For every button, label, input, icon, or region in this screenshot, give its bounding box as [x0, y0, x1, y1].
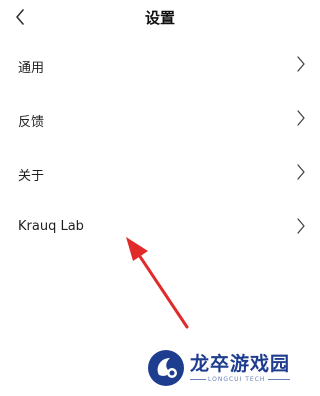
logo-emblem-icon — [148, 350, 184, 386]
watermark-logo: 龙卒游戏园 LONGCUI TECH — [146, 346, 316, 394]
watermark-divider — [268, 379, 290, 380]
watermark-tagline: LONGCUI TECH — [208, 376, 266, 383]
watermark-brand: 龙卒游戏园 — [190, 353, 291, 375]
red-annotation-arrow — [126, 237, 189, 329]
watermark-divider — [190, 379, 206, 380]
